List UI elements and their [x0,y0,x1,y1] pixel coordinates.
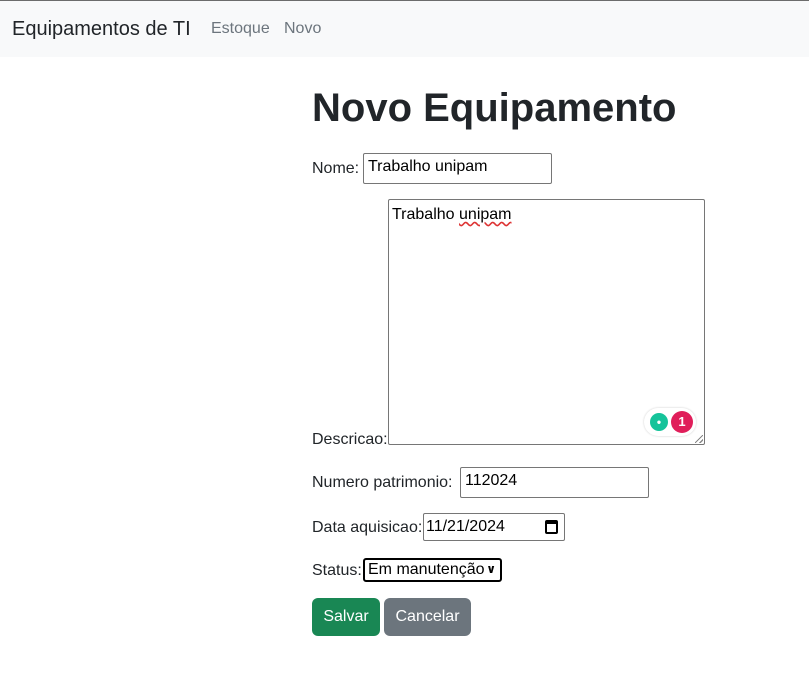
data-aquisicao-input[interactable]: 11/21/2024 [423,513,565,541]
chevron-down-icon: ∨ [486,562,496,576]
nav-link-estoque[interactable]: Estoque [211,20,270,38]
resize-grip-icon[interactable] [695,435,703,443]
nome-input[interactable]: Trabalho unipam [363,153,552,184]
data-aquisicao-value: 11/21/2024 [426,518,505,535]
patrimonio-input-value: 112024 [465,472,518,489]
status-label: Status: [312,562,362,579]
data-label: Data aquisicao: [312,519,423,536]
save-button[interactable]: Salvar [312,598,380,636]
descricao-word-1: Trabalho [392,206,455,223]
descricao-word-2: unipam [459,206,512,223]
grammar-issue-count: 1 [671,411,693,433]
navbar-brand[interactable]: Equipamentos de TI [12,18,191,41]
nav-link-novo[interactable]: Novo [284,20,321,38]
nome-input-value: Trabalho unipam [368,158,488,175]
navbar: Equipamentos de TI Estoque Novo [0,1,809,57]
nome-label: Nome: [312,160,360,177]
descricao-textarea[interactable]: Trabalho unipam • 1 [388,199,705,445]
page-title: Novo Equipamento [312,86,677,130]
grammar-checker-badge[interactable]: • 1 [644,408,696,436]
patrimonio-label: Numero patrimonio: [312,474,453,491]
lightbulb-icon: • [650,413,668,431]
patrimonio-input[interactable]: 112024 [460,467,649,498]
cancel-button[interactable]: Cancelar [384,598,471,636]
status-select[interactable]: Em manutenção ∨ [363,558,502,582]
status-selected-value: Em manutenção [368,561,485,578]
descricao-label: Descricao: [312,431,388,448]
calendar-icon[interactable] [545,520,558,534]
